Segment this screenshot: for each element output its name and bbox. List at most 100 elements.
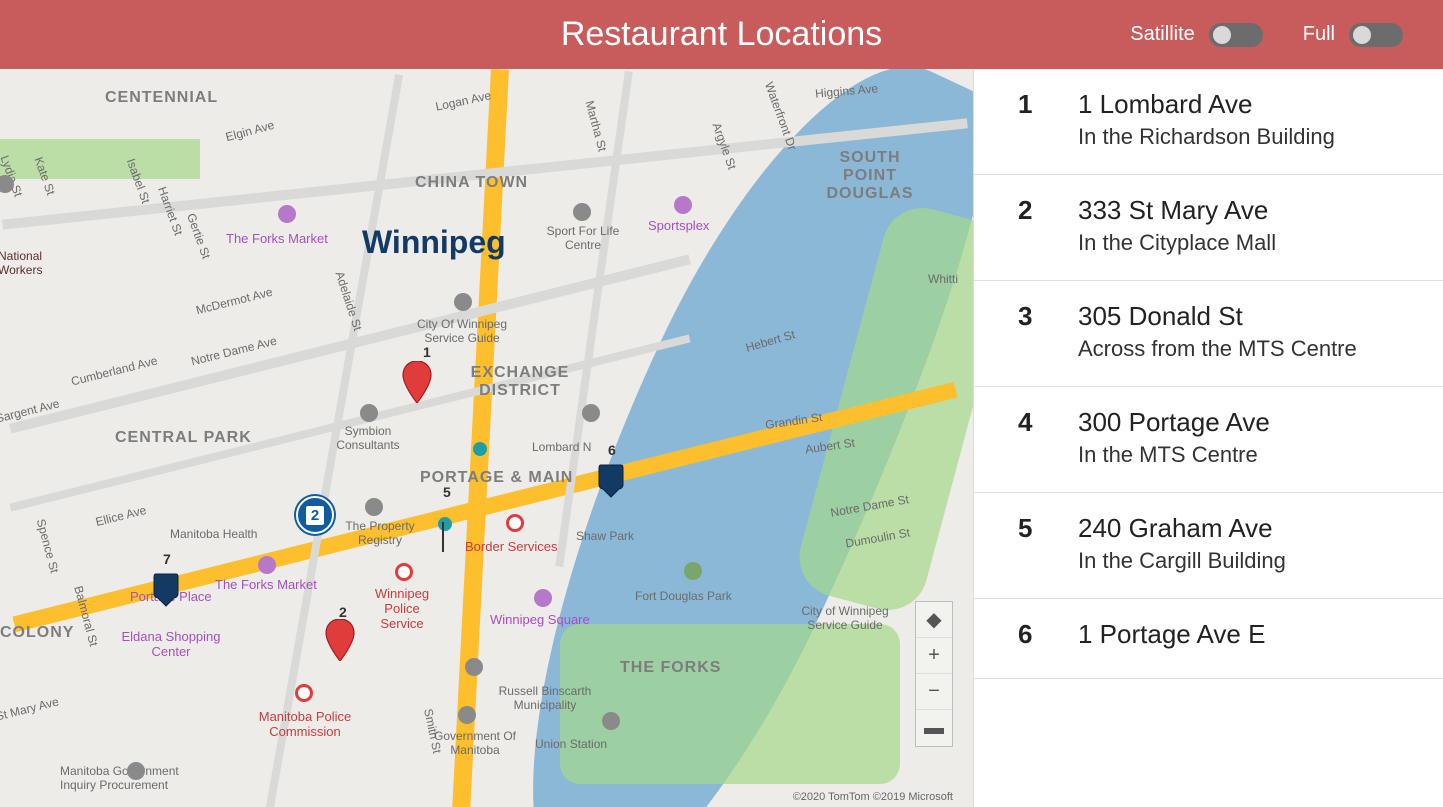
map-pin-red-1[interactable] [402,361,432,403]
poi-generic-8 [602,712,620,730]
list-item-subtitle: In the Cityplace Mall [1078,230,1417,256]
district-centennial: CENTENNIAL [105,89,218,107]
poi-forks2: The Forks Market [215,577,317,592]
poi-cityguide: City Of Winnipeg Service Guide [402,317,522,345]
pin-label-2: 2 [339,604,347,620]
map-city-label: Winnipeg [362,224,506,261]
street-whittier: Whitti [928,272,958,286]
poi-erhood: National Workers [0,249,78,277]
district-southpoint: SOUTH POINT DOUGLAS [810,149,930,203]
poi-fortdouglas: Fort Douglas Park [635,589,732,603]
poi-wpgsq: Winnipeg Square [490,612,590,627]
list-item[interactable]: 2 333 St Mary Ave In the Cityplace Mall [974,175,1443,281]
map-zoom-in-button[interactable]: + [916,638,952,674]
pin-label-1: 1 [423,344,431,360]
toggle-satellite: Satillite [1130,23,1262,47]
list-item[interactable]: 6 1 Portage Ave E [974,599,1443,679]
list-item-title: 1 Portage Ave E [1078,619,1417,650]
list-item[interactable]: 1 1 Lombard Ave In the Richardson Buildi… [974,69,1443,175]
poi-border-icon [506,514,524,532]
list-item-number: 2 [1018,195,1078,256]
toggle-full-switch[interactable] [1349,23,1403,47]
poi-generic-1 [360,404,378,422]
poi-union: Union Station [535,737,607,751]
list-item-title: 1 Lombard Ave [1078,89,1417,120]
toggle-full: Full [1303,23,1403,47]
poi-russell: Russell Binscarth Municipality [490,684,600,712]
list-item-subtitle: In the Cargill Building [1078,548,1417,574]
content: Winnipeg CENTENNIAL CHINA TOWN SOUTH POI… [0,69,1443,807]
list-item[interactable]: 5 240 Graham Ave In the Cargill Building [974,493,1443,599]
poi-generic-3 [365,498,383,516]
poi-eldana: Eldana Shopping Center [116,629,226,659]
poi-generic-5 [458,706,476,724]
map-zoom-out-button[interactable]: − [916,674,952,710]
map-controls: ◆ + − ▬ [915,601,953,747]
district-centralpark: CENTRAL PARK [115,429,252,447]
poi-sportforlife: Sport For Life Centre [543,224,623,252]
poi-mbpolice-icon [295,684,313,702]
poi-forks-market: The Forks Market [226,231,328,246]
list-item-number: 1 [1018,89,1078,150]
toggle-satellite-label: Satillite [1130,23,1194,46]
map-pin-blue-6[interactable] [597,463,625,499]
list-item-number: 4 [1018,407,1078,468]
district-colony: COLONY [0,624,74,642]
list-item-number: 3 [1018,301,1078,362]
list-item-subtitle: Across from the MTS Centre [1078,336,1417,362]
list-item-title: 240 Graham Ave [1078,513,1417,544]
poi-shawpark: Shaw Park [576,529,634,543]
map[interactable]: Winnipeg CENTENNIAL CHINA TOWN SOUTH POI… [0,69,973,807]
poi-symbion: Symbion Consultants [328,424,408,452]
map-pin-flag[interactable] [440,522,454,552]
header-toggles: Satillite Full [1130,0,1403,69]
poi-cityguide2: City of Winnipeg Service Guide [790,604,900,632]
list-item-title: 300 Portage Ave [1078,407,1417,438]
poi-propertyreg: The Property Registry [335,519,425,547]
pin-label-5: 5 [443,484,451,500]
toggle-full-label: Full [1303,23,1335,46]
map-pin-red-2[interactable] [325,619,355,661]
locations-list[interactable]: 1 1 Lombard Ave In the Richardson Buildi… [973,69,1443,807]
cluster-count: 2 [306,506,324,525]
poi-fortdouglas-icon [684,562,702,580]
list-item-number: 5 [1018,513,1078,574]
poi-mbpolice: Manitoba Police Commission [250,709,360,739]
poi-police-icon [395,563,413,581]
list-item-title: 305 Donald St [1078,301,1417,332]
list-item[interactable]: 3 305 Donald St Across from the MTS Cent… [974,281,1443,387]
district-exchange: EXCHANGE DISTRICT [460,364,580,400]
page-title: Restaurant Locations [561,15,882,54]
poi-sportforlife-icon [573,203,591,221]
map-tilt-button[interactable]: ▬ [916,710,952,746]
poi-cityguide-icon [454,293,472,311]
poi-mbhealth: Manitoba Health [170,527,257,541]
pin-label-6: 6 [608,442,616,458]
list-item-subtitle: In the Richardson Building [1078,124,1417,150]
district-theforks: THE FORKS [620,659,721,677]
list-item-title: 333 St Mary Ave [1078,195,1417,226]
poi-police: Winnipeg Police Service [362,586,442,631]
poi-generic-6 [127,762,145,780]
poi-generic-4 [465,658,483,676]
district-chinatown: CHINA TOWN [415,174,528,192]
list-item-subtitle: In the MTS Centre [1078,442,1417,468]
poi-forks-market-icon [278,205,296,223]
pin-label-7: 7 [163,551,171,567]
toggle-satellite-switch[interactable] [1209,23,1263,47]
poi-forks2-icon [258,556,276,574]
poi-generic-2 [582,404,600,422]
poi-sportsplex-icon [674,196,692,214]
map-pin-teal-1[interactable] [473,442,487,456]
poi-border: Border Services [465,539,557,554]
list-item[interactable]: 4 300 Portage Ave In the MTS Centre [974,387,1443,493]
map-locate-button[interactable]: ◆ [916,602,952,638]
map-pin-blue-7[interactable] [152,572,180,608]
poi-sportsplex: Sportsplex [648,218,709,233]
header: Restaurant Locations Satillite Full [0,0,1443,69]
map-credits: ©2020 TomTom ©2019 Microsoft [793,791,953,803]
list-item-number: 6 [1018,619,1078,654]
map-pin-cluster[interactable]: 2 [296,496,334,534]
poi-govmb: Government Of Manitoba [430,729,520,757]
street-lombard: Lombard N [532,440,591,454]
